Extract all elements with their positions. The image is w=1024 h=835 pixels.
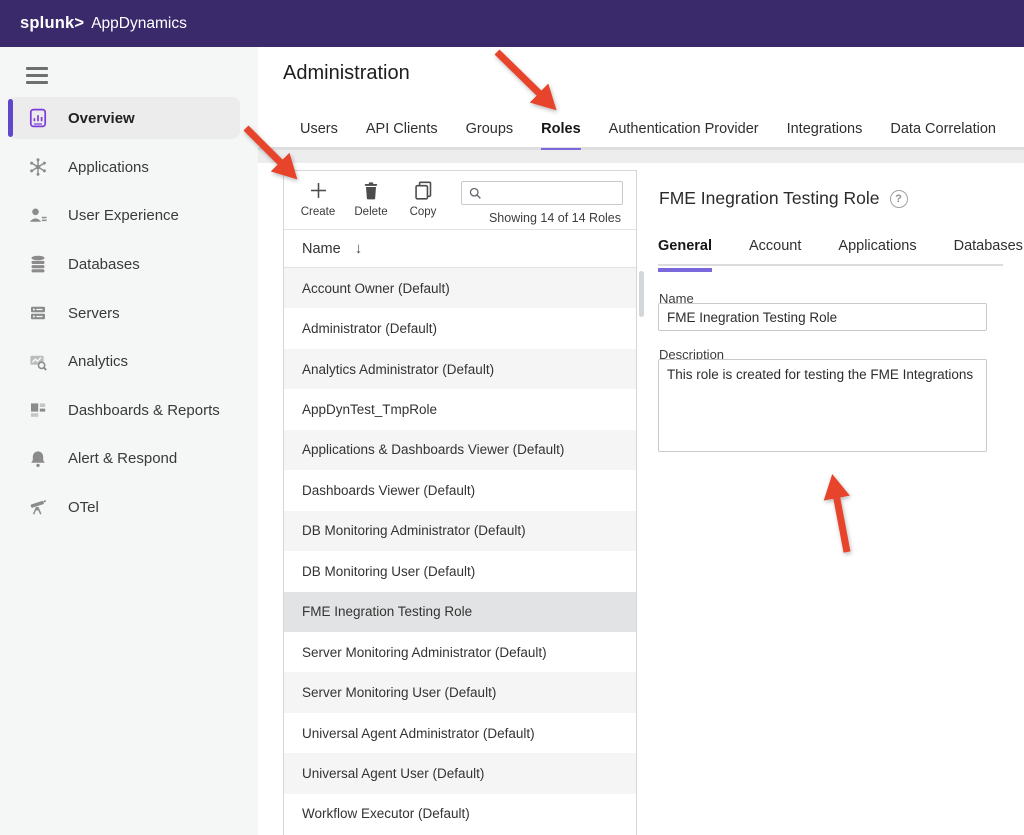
appdynamics-brand: AppDynamics bbox=[91, 15, 187, 33]
copy-button[interactable]: Copy bbox=[399, 178, 447, 218]
role-name-input[interactable] bbox=[658, 303, 987, 331]
overview-icon bbox=[28, 108, 48, 128]
table-row[interactable]: Account Owner (Default) bbox=[284, 268, 636, 308]
admin-header: Administration Users API Clients Groups Rol… bbox=[258, 47, 1024, 150]
splunk-logo: splunk> bbox=[20, 14, 84, 33]
table-row[interactable]: Administrator (Default) bbox=[284, 308, 636, 348]
sidebar-item-databases[interactable]: Databases bbox=[0, 240, 258, 289]
sidebar-item-label: Overview bbox=[68, 110, 135, 127]
sidebar-item-alert-respond[interactable]: Alert & Respond bbox=[0, 435, 258, 484]
role-detail-title: FME Inegration Testing Role bbox=[659, 188, 880, 209]
roles-count-label: Showing 14 of 14 Roles bbox=[489, 211, 621, 225]
table-row[interactable]: Server Monitoring Administrator (Default… bbox=[284, 632, 636, 672]
detail-tab-databases[interactable]: Databases bbox=[954, 238, 1023, 264]
list-scrollbar-thumb[interactable] bbox=[639, 271, 644, 317]
sidebar-item-user-experience[interactable]: User Experience bbox=[0, 192, 258, 241]
roles-list-panel: Create Delete Copy Showing 14 of bbox=[283, 170, 637, 835]
trash-icon bbox=[347, 178, 395, 203]
sidebar: Overview ApplicationsUser ExperienceData… bbox=[0, 47, 258, 835]
detail-tab-account[interactable]: Account bbox=[749, 238, 801, 264]
table-row[interactable]: Dashboards Viewer (Default) bbox=[284, 470, 636, 510]
tab-groups[interactable]: Groups bbox=[466, 109, 514, 149]
delete-button[interactable]: Delete bbox=[347, 178, 395, 218]
tab-integrations[interactable]: Integrations bbox=[787, 109, 863, 149]
roles-column-header: Name ↓ bbox=[284, 230, 636, 268]
role-detail-panel: FME Inegration Testing Role ? General Acc… bbox=[658, 170, 1010, 810]
detail-tab-general[interactable]: General bbox=[658, 238, 712, 264]
table-row[interactable]: DB Monitoring Administrator (Default) bbox=[284, 511, 636, 551]
table-row[interactable]: Server Monitoring User (Default) bbox=[284, 672, 636, 712]
table-row[interactable]: FME Inegration Testing Role bbox=[284, 592, 636, 632]
sidebar-item-overview[interactable]: Overview bbox=[8, 97, 240, 139]
sidebar-item-servers[interactable]: Servers bbox=[0, 289, 258, 338]
appdynamics-admin-page: splunk> AppDynamics Overview Application… bbox=[0, 0, 1024, 835]
plus-icon bbox=[294, 178, 342, 203]
role-detail-tab-bar: GeneralAccountApplicationsDatabases bbox=[658, 238, 1003, 266]
top-bar: splunk> AppDynamics bbox=[0, 0, 1024, 47]
sidebar-item-dashboards-reports[interactable]: Dashboards & Reports bbox=[0, 386, 258, 435]
name-column-label: Name bbox=[302, 241, 341, 257]
tab-api-clients[interactable]: API Clients bbox=[366, 109, 438, 149]
sidebar-item-otel[interactable]: OTel bbox=[0, 483, 258, 532]
roles-search-box bbox=[461, 181, 623, 205]
search-icon bbox=[468, 186, 483, 201]
copy-icon bbox=[399, 178, 447, 203]
table-row[interactable]: Workflow Executor (Default) bbox=[284, 794, 636, 834]
databases-icon bbox=[28, 254, 48, 274]
tab-users[interactable]: Users bbox=[300, 109, 338, 149]
applications-icon bbox=[28, 157, 48, 177]
table-row[interactable]: Universal Agent Administrator (Default) bbox=[284, 713, 636, 753]
help-icon[interactable]: ? bbox=[890, 190, 908, 208]
detail-tab-applications[interactable]: Applications bbox=[838, 238, 916, 264]
otel-icon bbox=[28, 497, 48, 517]
tab-data-correlation[interactable]: Data Correlation bbox=[890, 109, 996, 149]
table-row[interactable]: Applications & Dashboards Viewer (Defaul… bbox=[284, 430, 636, 470]
search-input[interactable] bbox=[488, 186, 613, 200]
roles-toolbar: Create Delete Copy Showing 14 of bbox=[284, 171, 636, 230]
hamburger-menu-icon[interactable] bbox=[26, 67, 48, 84]
sort-descending-icon[interactable]: ↓ bbox=[355, 240, 363, 257]
table-row[interactable]: Universal Agent User (Default) bbox=[284, 753, 636, 793]
active-item-accent-bar bbox=[8, 99, 13, 137]
servers-icon bbox=[28, 303, 48, 323]
table-row[interactable]: AppDynTest_TmpRole bbox=[284, 389, 636, 429]
user-experience-icon bbox=[28, 206, 48, 226]
sidebar-item-applications[interactable]: Applications bbox=[0, 143, 258, 192]
analytics-icon bbox=[28, 352, 48, 372]
page-title: Administration bbox=[283, 62, 410, 85]
dashboards-icon bbox=[28, 400, 48, 420]
table-row[interactable]: DB Monitoring User (Default) bbox=[284, 551, 636, 591]
header-divider-band bbox=[258, 150, 1024, 163]
sidebar-nav-list: ApplicationsUser ExperienceDatabasesServ… bbox=[0, 143, 258, 532]
sidebar-item-analytics[interactable]: Analytics bbox=[0, 337, 258, 386]
tab-authentication-provider[interactable]: Authentication Provider bbox=[609, 109, 759, 149]
roles-rows: Account Owner (Default)Administrator (De… bbox=[284, 268, 636, 834]
alert-icon bbox=[28, 449, 48, 469]
tab-roles[interactable]: Roles bbox=[541, 109, 581, 149]
table-row[interactable]: Analytics Administrator (Default) bbox=[284, 349, 636, 389]
admin-tab-bar: Users API Clients Groups Roles Authenticatio… bbox=[258, 110, 1024, 150]
role-description-textarea[interactable] bbox=[658, 359, 987, 452]
create-button[interactable]: Create bbox=[294, 178, 342, 218]
